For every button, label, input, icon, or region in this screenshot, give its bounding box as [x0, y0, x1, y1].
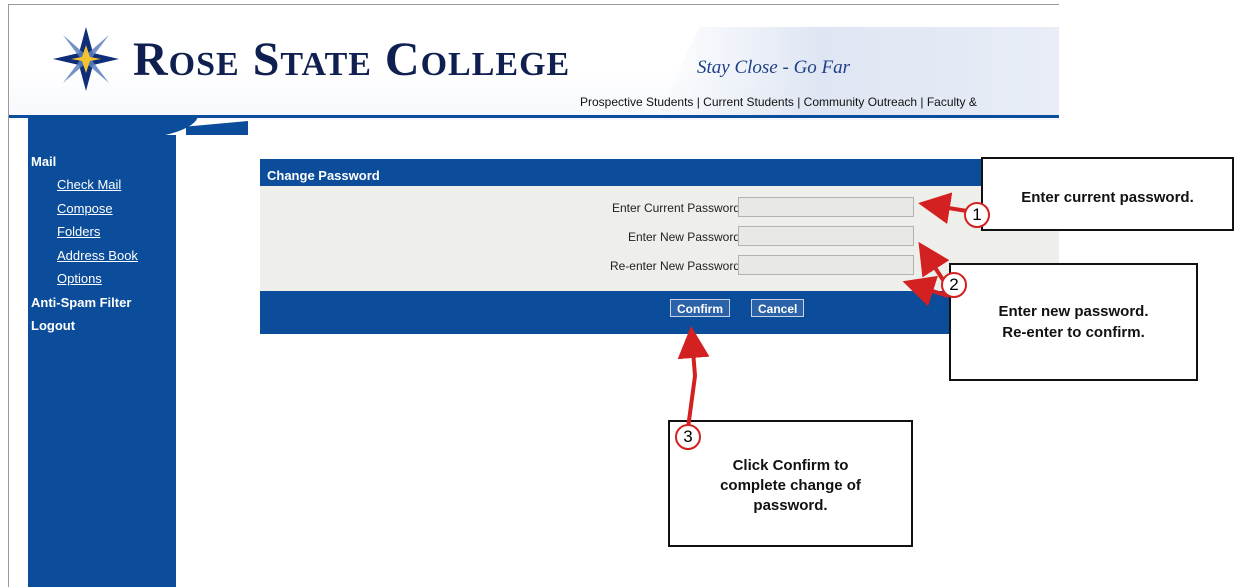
- tagline: Stay Close - Go Far: [697, 57, 851, 78]
- sidebar-item-address-book[interactable]: Address Book: [31, 244, 138, 268]
- college-name-logo-text: Rose State College: [133, 33, 571, 86]
- reenter-password-input[interactable]: [738, 255, 914, 275]
- sidebar-section-mail: Mail: [31, 154, 57, 169]
- current-password-label: Enter Current Password: [611, 201, 740, 215]
- callout-confirm: Click Confirm to complete change of pass…: [668, 420, 913, 547]
- current-password-input[interactable]: [738, 197, 914, 217]
- reenter-password-label: Re-enter New Password: [609, 259, 740, 273]
- callout-new-password-line1: Enter new password.: [998, 303, 1149, 320]
- callout-current-password: Enter current password.: [981, 157, 1234, 231]
- top-navigation-links[interactable]: Prospective Students | Current Students …: [580, 95, 977, 109]
- sidebar-item-compose[interactable]: Compose: [31, 197, 138, 221]
- panel-footer: Confirm Cancel: [260, 291, 1059, 334]
- sidebar-item-check-mail[interactable]: Check Mail: [31, 173, 138, 197]
- sidebar-item-options[interactable]: Options: [31, 267, 138, 291]
- new-password-label: Enter New Password: [627, 230, 740, 244]
- callout-number-2: 2: [941, 272, 967, 298]
- callout-new-password: Enter new password. Re-enter to confirm.: [949, 263, 1198, 381]
- new-password-input[interactable]: [738, 226, 914, 246]
- callout-number-3: 3: [675, 424, 701, 450]
- callout-new-password-line2: Re-enter to confirm.: [1002, 324, 1145, 341]
- password-form: Enter Current Password Enter New Passwor…: [260, 186, 1059, 291]
- sidebar-item-folders[interactable]: Folders: [31, 220, 138, 244]
- sidebar-menu: Mail Check Mail Compose Folders Address …: [31, 150, 138, 338]
- sidebar-tab-decoration: [186, 121, 248, 135]
- panel-title: Change Password: [260, 159, 1059, 186]
- star-logo-icon: [53, 27, 119, 91]
- cancel-button[interactable]: Cancel: [751, 299, 805, 317]
- callout-number-1: 1: [964, 202, 990, 228]
- site-header: Rose State College Stay Close - Go Far P…: [9, 5, 1059, 120]
- sidebar-item-logout[interactable]: Logout: [31, 314, 138, 338]
- change-password-panel: Change Password Enter Current Password E…: [260, 159, 1059, 334]
- confirm-button[interactable]: Confirm: [670, 299, 730, 317]
- sidebar-item-anti-spam-filter[interactable]: Anti-Spam Filter: [31, 291, 138, 315]
